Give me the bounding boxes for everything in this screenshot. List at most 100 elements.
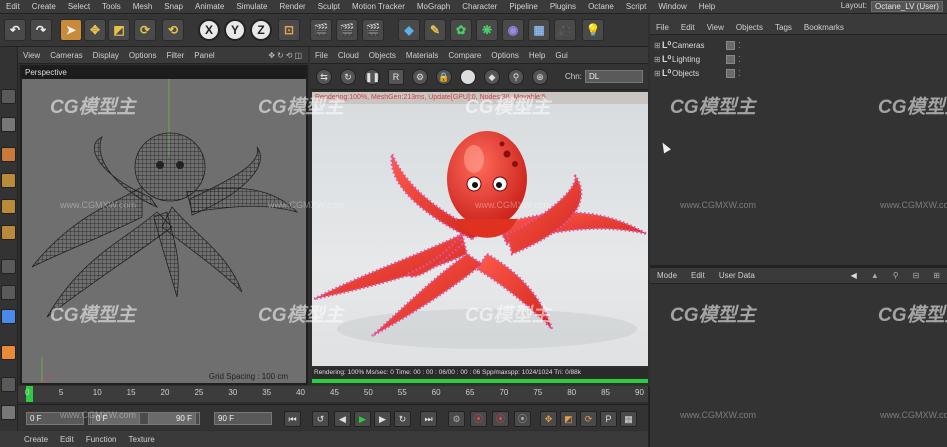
menu-simulate[interactable]: Simulate xyxy=(230,2,273,11)
record-keys-icon[interactable]: ⚙ xyxy=(448,411,465,427)
workplane-icon[interactable] xyxy=(1,345,16,360)
deformer-icon[interactable]: ◉ xyxy=(502,19,524,41)
menu-character[interactable]: Character xyxy=(456,2,503,11)
om-menu-edit[interactable]: Edit xyxy=(675,23,701,32)
polygons-mode-icon[interactable] xyxy=(1,225,16,240)
play-icon[interactable]: ▶ xyxy=(354,411,371,427)
timeline-ruler[interactable]: 0 5 10 15 20 25 30 35 40 45 50 55 60 65 70 75 80 85 90 xyxy=(18,386,648,402)
menu-help[interactable]: Help xyxy=(693,2,721,11)
menu-render[interactable]: Render xyxy=(273,2,311,11)
render-menu-materials[interactable]: Materials xyxy=(401,51,443,60)
render-canvas[interactable] xyxy=(312,104,648,366)
undo-icon[interactable]: ↶ xyxy=(4,19,26,41)
rotate-icon[interactable]: ⟳ xyxy=(134,19,156,41)
channel-select[interactable]: DL xyxy=(585,70,643,83)
settings-icon[interactable]: ⚙ xyxy=(412,69,428,85)
om-menu-tags[interactable]: Tags xyxy=(769,23,798,32)
texture-mode-icon[interactable] xyxy=(1,117,16,132)
scale-icon[interactable]: ◩ xyxy=(108,19,130,41)
viewport-menu-view[interactable]: View xyxy=(18,51,45,60)
render-menu-objects[interactable]: Objects xyxy=(364,51,401,60)
next-key-icon[interactable]: ↻ xyxy=(394,411,411,427)
om-menu-file[interactable]: File xyxy=(650,23,675,32)
lock-icon[interactable]: 🔒 xyxy=(436,69,452,85)
pen-icon[interactable]: ✎ xyxy=(424,19,446,41)
om-menu-view[interactable]: View xyxy=(701,23,730,32)
material-ball-icon[interactable] xyxy=(460,69,476,85)
move-icon[interactable]: ✥ xyxy=(84,19,106,41)
menu-animate[interactable]: Animate xyxy=(189,2,230,11)
key-position-icon[interactable]: ✥ xyxy=(540,411,557,427)
menu-octane[interactable]: Octane xyxy=(582,2,620,11)
mm-menu-create[interactable]: Create xyxy=(18,435,54,444)
key-scale-icon[interactable]: ⟳ xyxy=(580,411,597,427)
menu-motion-tracker[interactable]: Motion Tracker xyxy=(346,2,411,11)
cube-icon[interactable]: ◆ xyxy=(398,19,420,41)
expand-icon[interactable]: ⊞ xyxy=(654,69,662,78)
render-view-icon[interactable]: 🎬 xyxy=(336,19,358,41)
render-region-icon[interactable]: 🎬 xyxy=(310,19,332,41)
menu-mograph[interactable]: MoGraph xyxy=(411,2,456,11)
coordinate-system-icon[interactable]: ⊡ xyxy=(278,19,300,41)
menu-edit[interactable]: Edit xyxy=(0,2,26,11)
viewport-menu-options[interactable]: Options xyxy=(124,51,162,60)
render-menu-help[interactable]: Help xyxy=(524,51,550,60)
send-scene-icon[interactable]: ⇆ xyxy=(316,69,332,85)
model-mode-icon[interactable] xyxy=(1,147,16,162)
end-frame-field[interactable]: 90 F xyxy=(214,412,272,425)
viewport-menu-cameras[interactable]: Cameras xyxy=(45,51,87,60)
viewport-menu-panel[interactable]: Panel xyxy=(189,51,219,60)
lock-icon[interactable]: ⊟ xyxy=(906,271,927,280)
previous-key-icon[interactable]: ↺ xyxy=(312,411,329,427)
am-menu-edit[interactable]: Edit xyxy=(684,271,712,280)
visibility-dots-icon[interactable]: ⁚ xyxy=(738,55,741,64)
pick-focus-icon[interactable]: ◆ xyxy=(484,69,500,85)
keyframe-selection-icon[interactable]: ⦿ xyxy=(514,411,531,427)
menu-plugins[interactable]: Plugins xyxy=(544,2,582,11)
snapping-icon[interactable] xyxy=(1,309,16,324)
render-menu-compare[interactable]: Compare xyxy=(443,51,486,60)
go-to-start-icon[interactable]: ⏮ xyxy=(284,411,301,427)
visibility-dots-icon[interactable]: ⁚ xyxy=(738,69,741,78)
previous-frame-icon[interactable]: ◀ xyxy=(334,411,351,427)
new-panel-icon[interactable]: ⊞ xyxy=(926,271,947,280)
object-name[interactable]: Lighting xyxy=(672,55,714,64)
cloner-icon[interactable]: ❋ xyxy=(476,19,498,41)
object-row-cameras[interactable]: ⊞ L⁰ Cameras ⁚ xyxy=(654,39,944,52)
menu-snap[interactable]: Snap xyxy=(158,2,189,11)
object-name[interactable]: Objects xyxy=(672,69,714,78)
visibility-checkbox[interactable] xyxy=(726,55,735,64)
up-arrow-icon[interactable]: ▲ xyxy=(864,271,886,280)
autokey-icon[interactable]: ⦿ xyxy=(492,411,509,427)
start-frame-field[interactable]: 0 F xyxy=(26,412,84,425)
edges-mode-icon[interactable] xyxy=(1,199,16,214)
mm-menu-edit[interactable]: Edit xyxy=(54,435,80,444)
menu-sculpt[interactable]: Sculpt xyxy=(312,2,346,11)
pick-object-icon[interactable]: ⊕ xyxy=(532,69,548,85)
uv-mode-icon[interactable] xyxy=(1,259,16,274)
object-name[interactable]: Cameras xyxy=(672,41,714,50)
next-frame-icon[interactable]: ▶ xyxy=(374,411,391,427)
om-menu-objects[interactable]: Objects xyxy=(730,23,769,32)
back-arrow-icon[interactable]: ◀ xyxy=(844,271,864,280)
expand-icon[interactable]: ⊞ xyxy=(654,55,662,64)
record-active-icon[interactable]: ⦿ xyxy=(470,411,487,427)
y-axis-lock-button[interactable]: Y xyxy=(224,19,246,41)
go-to-end-icon[interactable]: ⏭ xyxy=(420,411,437,427)
key-rotation-icon[interactable]: ◩ xyxy=(560,411,577,427)
camera-icon[interactable]: 🎥 xyxy=(554,19,576,41)
am-menu-user-data[interactable]: User Data xyxy=(712,271,762,280)
render-settings-icon[interactable]: 🎬 xyxy=(362,19,384,41)
render-menu-options[interactable]: Options xyxy=(486,51,524,60)
visibility-dots-icon[interactable]: ⁚ xyxy=(738,41,741,50)
search-icon[interactable]: ⚲ xyxy=(886,271,906,280)
render-region-button[interactable]: R xyxy=(388,69,404,85)
menu-select[interactable]: Select xyxy=(62,2,96,11)
pick-material-icon[interactable]: ⚲ xyxy=(508,69,524,85)
panel-splitter[interactable] xyxy=(648,386,650,447)
viewport-nav-icons[interactable]: ✥↻⟲◫ xyxy=(263,51,308,60)
object-row-lighting[interactable]: ⊞ L⁰ Lighting ⁚ xyxy=(654,53,944,66)
render-menu-file[interactable]: File xyxy=(310,51,333,60)
menu-mesh[interactable]: Mesh xyxy=(127,2,159,11)
redo-icon[interactable]: ↷ xyxy=(30,19,52,41)
